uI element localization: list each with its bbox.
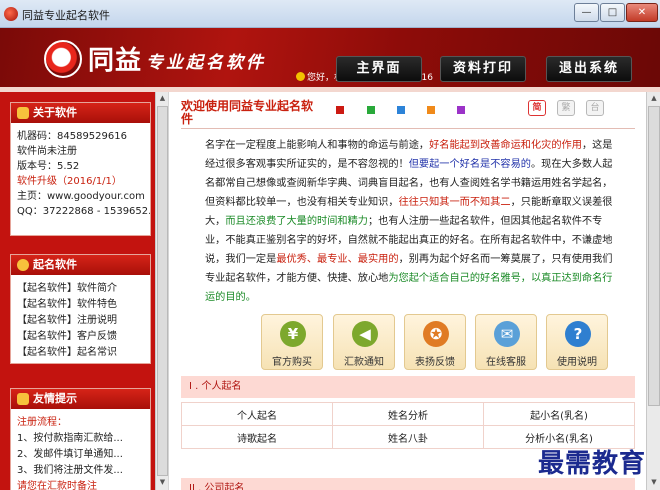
user-icon [296,72,305,81]
main-scrollbar[interactable]: ▲ ▼ [646,92,660,490]
close-button[interactable]: ✕ [626,3,658,22]
personal-naming-link[interactable]: 个人起名 [181,402,333,426]
color-swatch-purple[interactable] [457,106,465,114]
intro-highlight-1: 好名能起到改善命运和化灾的作用 [429,140,582,151]
scroll-up-icon[interactable]: ▲ [648,93,660,104]
nav-main-button[interactable]: 主界面 [336,56,422,82]
scroll-down-icon[interactable]: ▼ [157,477,168,488]
traditional-toggle[interactable]: 繁 [557,100,575,116]
tile-label: 在线客服 [486,357,526,368]
personal-naming-table: 个人起名 姓名分析 起小名(乳名) 诗歌起名 姓名八卦 分析小名(乳名) [181,402,635,449]
intro-paragraph: 名字在一定程度上能影响人和事物的命运与前途，好名能起到改善命运和化灾的作用，这是… [205,136,615,307]
homepage-link[interactable]: 主页：www.goodyour.com [11,189,150,204]
taiwan-toggle[interactable]: 台 [586,100,604,116]
logo-text: 同益 [88,46,143,76]
naming-link-features[interactable]: 【起名软件】软件特色 [11,297,150,313]
help-icon: ? [565,321,591,347]
window-title: 同益专业起名软件 [22,9,110,22]
naming-panel-title: 起名软件 [33,258,77,271]
minimize-button[interactable]: — [574,3,599,22]
yuan-icon: ¥ [280,321,306,347]
main-content: 欢迎使用同益专业起名软件 简 繁 台 名字在一定程度上能影响人和事物的命运与前途… [168,92,646,490]
sidebar: 关于软件 机器码：84589529616 软件尚未注册 版本号：5.52 软件升… [0,92,168,490]
section-personal-header: I . 个人起名 [181,376,635,398]
color-swatch-red[interactable] [336,106,344,114]
intro-text-1: 名字在一定程度上能影响人和事物的命运与前途， [205,140,430,151]
watermark-text: 最需教育 [538,449,647,479]
name-bagua-link[interactable]: 姓名八卦 [332,425,484,449]
tile-label: 使用说明 [557,357,597,368]
tips-panel: 友情提示 注册流程： 1、按付款指南汇款给... 2、发邮件填订单通知... 3… [10,388,151,490]
sidebar-scrollbar[interactable]: ▲ ▼ [155,92,168,490]
machine-code: 机器码：84589529616 [17,131,127,142]
window-titlebar: 同益专业起名软件 — □ ✕ [0,0,660,28]
tile-label: 汇款通知 [344,357,384,368]
action-tiles: ¥ 官方购买 ◀ 汇款通知 ✪ 表扬反馈 ✉ 在线客服 ? 使用说明 [261,314,621,372]
qq-contact: QQ：37222868 - 1539652... [17,206,150,217]
sidebar-scroll-thumb[interactable] [157,106,168,476]
tile-label: 表扬反馈 [415,357,455,368]
color-swatch-orange[interactable] [427,106,435,114]
tile-label: 官方购买 [272,357,312,368]
tips-panel-title: 友情提示 [33,392,77,405]
naming-panel-header: 起名软件 [11,255,150,275]
main-scroll-thumb[interactable] [648,106,660,406]
naming-link-feedback[interactable]: 【起名软件】客户反馈 [11,329,150,345]
tile-remittance-notice[interactable]: ◀ 汇款通知 [333,314,395,370]
nav-print-button[interactable]: 资料打印 [440,56,526,82]
intro-highlight-2: 但要起一个好名是不容易的 [408,159,531,170]
color-swatch-green[interactable] [367,106,375,114]
bulb-icon [17,259,29,271]
chat-icon: ✉ [494,321,520,347]
tips-panel-header: 友情提示 [11,389,150,409]
tile-online-service[interactable]: ✉ 在线客服 [475,314,537,370]
naming-panel: 起名软件 【起名软件】软件简介 【起名软件】软件特色 【起名软件】注册说明 【起… [10,254,151,364]
logo-subtitle: 专业起名软件 [146,53,266,73]
naming-link-intro[interactable]: 【起名软件】软件简介 [11,281,150,297]
link-icon [17,393,29,405]
tip-step-1: 1、按付款指南汇款给... [17,433,123,444]
scroll-up-icon[interactable]: ▲ [157,93,168,104]
about-panel: 关于软件 机器码：84589529616 软件尚未注册 版本号：5.52 软件升… [10,102,151,236]
about-panel-header: 关于软件 [11,103,150,123]
poetry-naming-link[interactable]: 诗歌起名 [181,425,333,449]
name-analysis-link[interactable]: 姓名分析 [332,402,484,426]
tip-step-3: 3、我们将注册文件发... [17,465,123,476]
info-icon [17,107,29,119]
tile-official-purchase[interactable]: ¥ 官方购买 [261,314,323,370]
megaphone-icon: ◀ [352,321,378,347]
tip-warning: 请您在汇款时备注 [17,481,97,490]
tile-praise-feedback[interactable]: ✪ 表扬反馈 [404,314,466,370]
intro-highlight-4: 而且还浪费了大量的时间和精力 [225,216,368,227]
naming-link-register[interactable]: 【起名软件】注册说明 [11,313,150,329]
maximize-button[interactable]: □ [600,3,625,22]
table-row: 个人起名 姓名分析 起小名(乳名) [181,402,635,426]
registration-status: 软件尚未注册 [17,146,77,157]
registration-flow-label: 注册流程： [17,417,67,428]
app-icon [4,7,18,21]
naming-link-knowledge[interactable]: 【起名软件】起名常识 [11,345,150,361]
logo-icon [44,40,82,78]
color-swatch-blue[interactable] [397,106,405,114]
about-panel-title: 关于软件 [33,106,77,119]
intro-highlight-3: 往往只知其一而不知其二 [398,197,511,208]
medal-icon: ✪ [423,321,449,347]
version-number: 版本号：5.52 [17,161,80,172]
welcome-title: 欢迎使用同益专业起名软件 [181,99,314,126]
tip-step-2: 2、发邮件填订单通知... [17,449,123,460]
nav-exit-button[interactable]: 退出系统 [546,56,632,82]
content-divider [181,128,635,129]
nickname-naming-link[interactable]: 起小名(乳名) [483,402,635,426]
tile-user-guide[interactable]: ? 使用说明 [546,314,608,370]
simplified-toggle[interactable]: 简 [528,100,546,116]
intro-highlight-5: 最优秀、最专业、最实用的 [276,254,399,265]
scroll-down-icon[interactable]: ▼ [648,477,660,488]
upgrade-link[interactable]: 软件升级（2016/1/1） [11,174,150,189]
